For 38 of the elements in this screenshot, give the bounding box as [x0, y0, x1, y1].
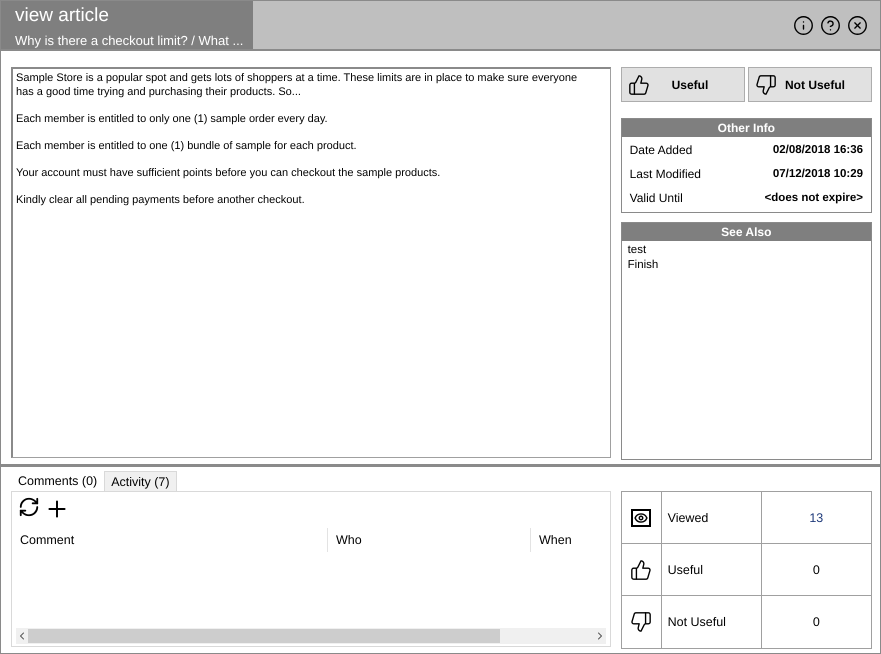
article-paragraph: Sample Store is a popular spot and gets lots of shoppers at a time. These limits are in place to make sure everyone has a good time trying and purchasing their products. So...: [16, 71, 578, 99]
column-header[interactable]: Who: [327, 528, 530, 552]
thumbs-down-icon: [755, 74, 777, 96]
stat-label: Viewed: [668, 510, 708, 524]
info-label: Valid Until: [630, 191, 683, 205]
stat-value: 13: [809, 510, 824, 524]
article-paragraph: Kindly clear all pending payments before another checkout.: [16, 193, 306, 207]
info-button[interactable]: [793, 14, 814, 36]
thumbs-up-icon: [628, 74, 650, 96]
thumbs-up-icon: [630, 558, 652, 580]
stat-value: 0: [812, 615, 820, 629]
tab[interactable]: Activity (7): [104, 471, 177, 491]
info-value: 07/12/2018 10:29: [772, 168, 863, 180]
article-paragraph: Each member is entitled to one (1) bundle of sample for each product.: [16, 139, 358, 153]
window-title: view article: [15, 5, 109, 27]
useful-button[interactable]: Useful: [620, 67, 745, 102]
eye-icon: [631, 508, 652, 526]
stat-label: Useful: [668, 562, 704, 576]
info-value: <does not expire>: [764, 192, 863, 204]
info-label: Last Modified: [630, 167, 701, 181]
see-also-item[interactable]: Finish: [628, 259, 658, 271]
info-value: 02/08/2018 16:36: [772, 144, 863, 156]
stat-value: 0: [812, 562, 820, 576]
see-also-item[interactable]: test: [628, 244, 646, 256]
thumbs-down-icon: [630, 611, 652, 633]
article-paragraph: Your account must have sufficient points before you can checkout the sample products.: [16, 166, 442, 180]
panel-header: See Also: [622, 223, 871, 241]
column-header[interactable]: Comment: [12, 528, 327, 552]
stat-label: Not Useful: [668, 615, 726, 629]
help-button[interactable]: [820, 14, 841, 36]
info-label: Date Added: [630, 143, 692, 157]
article-path: Why is there a checkout limit? / What ...: [15, 33, 244, 48]
close-button[interactable]: [847, 14, 868, 36]
not-useful-button[interactable]: Not Useful: [748, 67, 872, 102]
horizontal-scrollbar[interactable]: [16, 628, 606, 644]
panel-header: Other Info: [622, 119, 871, 137]
article-paragraph: Each member is entitled to only one (1) sample order every day.: [16, 112, 329, 126]
column-header[interactable]: When: [530, 528, 610, 552]
